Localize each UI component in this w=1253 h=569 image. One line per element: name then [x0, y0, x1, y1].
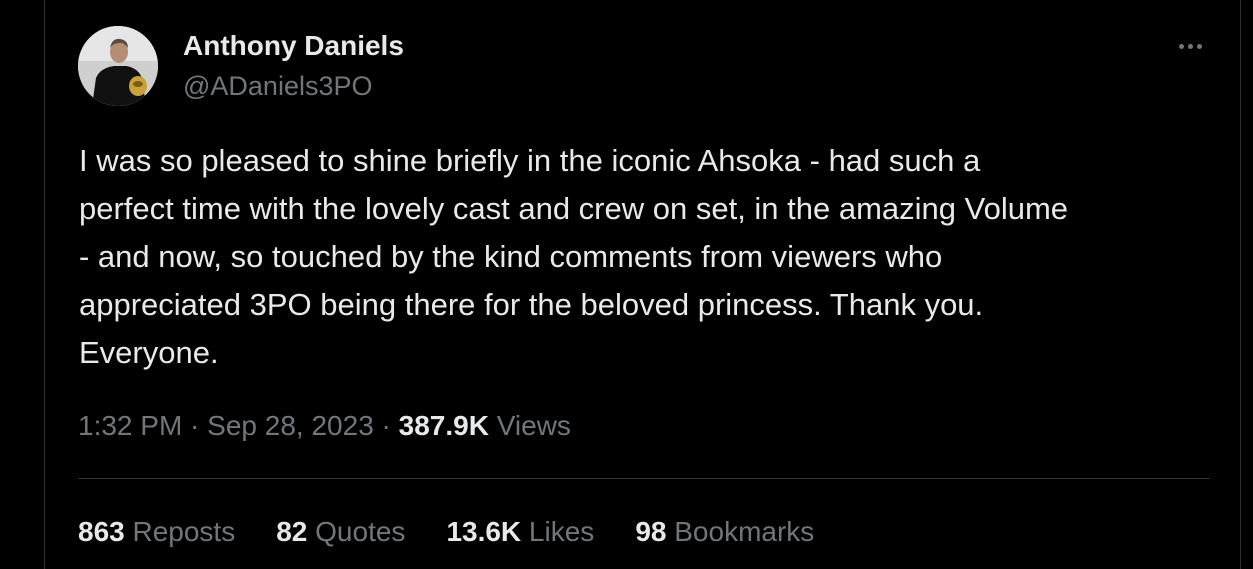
tweet-text: I was so pleased to shine briefly in the… — [79, 143, 1069, 370]
meta-separator: · — [373, 410, 399, 441]
divider — [78, 478, 1210, 479]
more-options-button[interactable] — [1168, 30, 1212, 62]
views-label: Views — [488, 410, 571, 441]
tweet-time[interactable]: 1:32 PM — [78, 410, 182, 441]
reposts-link[interactable]: 863 Reposts — [78, 514, 235, 550]
more-horizontal-icon-dot — [1187, 43, 1193, 49]
tweet-date[interactable]: Sep 28, 2023 — [207, 410, 374, 441]
likes-link[interactable]: 13.6K Likes — [446, 514, 594, 550]
views-count: 387.9K — [398, 410, 489, 441]
engagement-stats: 863 Reposts 82 Quotes 13.6K Likes 98 Boo… — [78, 514, 855, 550]
more-horizontal-icon-dot — [1196, 43, 1202, 49]
quotes-link[interactable]: 82 Quotes — [276, 514, 405, 550]
reposts-label: Reposts — [124, 516, 236, 547]
more-horizontal-icon — [1178, 43, 1184, 49]
author-display-name[interactable]: Anthony Daniels — [183, 29, 404, 63]
reposts-count: 863 — [78, 516, 125, 547]
tweet-meta: 1:32 PM · Sep 28, 2023 · 387.9K Views — [78, 408, 571, 444]
likes-count: 13.6K — [446, 516, 522, 547]
meta-separator: · — [182, 410, 208, 441]
bookmarks-count: 98 — [635, 516, 667, 547]
quotes-label: Quotes — [307, 516, 406, 547]
author-handle[interactable]: @ADaniels3PO — [183, 70, 373, 102]
profile-photo-icon — [78, 26, 158, 106]
quotes-count: 82 — [276, 516, 308, 547]
likes-label: Likes — [521, 516, 595, 547]
avatar[interactable] — [78, 26, 158, 106]
bookmarks-link[interactable]: 98 Bookmarks — [635, 514, 814, 550]
bookmarks-label: Bookmarks — [666, 516, 815, 547]
